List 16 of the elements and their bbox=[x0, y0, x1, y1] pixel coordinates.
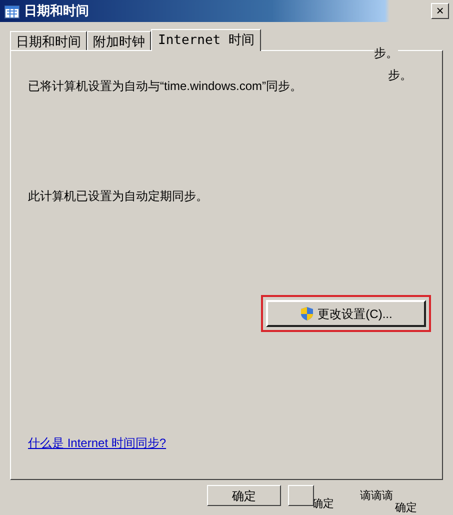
close-button[interactable]: × bbox=[431, 3, 449, 19]
help-link[interactable]: 什么是 Internet 时间同步? bbox=[28, 434, 166, 452]
tab[interactable]: Internet 时间 bbox=[151, 29, 262, 51]
schedule-text: 此计算机已设置为自动定期同步。 bbox=[28, 188, 208, 205]
change-settings-button[interactable]: 更改设置(C)... bbox=[266, 300, 426, 327]
window-title: 日期和时间 bbox=[24, 2, 89, 20]
stray-text: 谪谪谪 bbox=[360, 488, 393, 504]
shield-icon bbox=[300, 306, 314, 321]
status-text: 已将计算机设置为自动与“time.windows.com”同步。 bbox=[28, 78, 302, 95]
ok-button[interactable]: 确定 bbox=[207, 485, 281, 506]
stray-text: 确定 bbox=[395, 500, 417, 515]
tab[interactable]: 日期和时间 bbox=[10, 31, 87, 50]
calendar-icon bbox=[4, 3, 20, 19]
tab[interactable]: 附加时钟 bbox=[87, 31, 151, 50]
dialog-button[interactable] bbox=[288, 485, 314, 506]
stray-text: 步。 bbox=[374, 44, 398, 62]
